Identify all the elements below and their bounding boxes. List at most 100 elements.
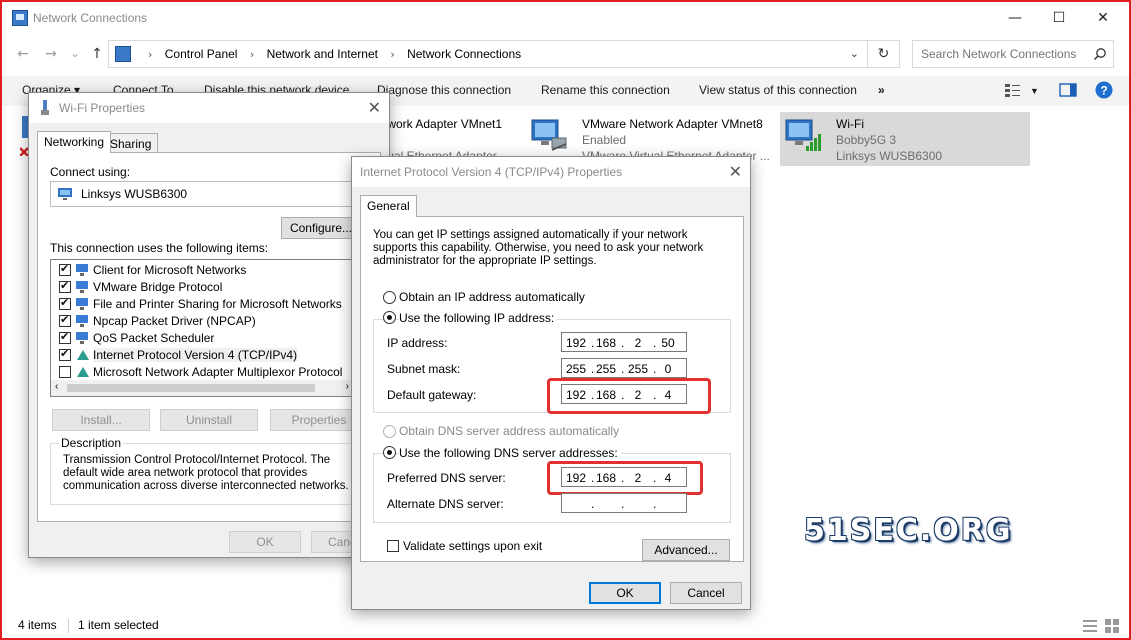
- search-box[interactable]: [912, 40, 1114, 68]
- item-label: QoS Packet Scheduler: [93, 331, 215, 345]
- forward-button[interactable]: →: [40, 44, 62, 64]
- up-button[interactable]: ↑: [86, 44, 108, 64]
- validate-checkbox[interactable]: [387, 540, 399, 552]
- status-bar: 4 items 1 item selected: [2, 614, 1129, 638]
- tab-general[interactable]: General: [360, 195, 417, 217]
- search-input[interactable]: [913, 41, 1083, 67]
- network-adapter-icon: [531, 119, 567, 151]
- use-ip-label[interactable]: Use the following IP address:: [399, 311, 558, 325]
- network-protocol-icon: [76, 315, 88, 327]
- adapter-ethernet-partial[interactable]: [19, 112, 30, 166]
- use-dns-radio[interactable]: [383, 446, 396, 459]
- tab-sharing[interactable]: Sharing: [103, 133, 159, 153]
- change-view-icon[interactable]: [1004, 82, 1022, 98]
- diagnose-button[interactable]: Diagnose this connection: [377, 83, 511, 97]
- breadcrumb: › Control Panel › Network and Internet ›…: [139, 47, 521, 61]
- scroll-thumb[interactable]: [67, 384, 315, 392]
- advanced-button[interactable]: Advanced...: [642, 539, 730, 561]
- rename-button[interactable]: Rename this connection: [541, 83, 670, 97]
- item-checkbox[interactable]: [59, 347, 71, 361]
- configure-button[interactable]: Configure...: [281, 217, 361, 239]
- view-dropdown-icon[interactable]: ▼: [1030, 86, 1039, 96]
- help-icon[interactable]: ?: [1095, 81, 1113, 99]
- close-button[interactable]: ✕: [1080, 2, 1126, 34]
- use-ip-radio[interactable]: [383, 311, 396, 324]
- subnet-mask-label: Subnet mask:: [387, 362, 461, 376]
- adapter-wifi[interactable]: Wi-Fi Bobby5G 3 Linksys WUSB6300: [780, 112, 1030, 166]
- items-label: This connection uses the following items…: [50, 241, 269, 255]
- item-checkbox[interactable]: [59, 279, 71, 293]
- uninstall-button[interactable]: Uninstall: [160, 409, 258, 431]
- dialog-title: Internet Protocol Version 4 (TCP/IPv4) P…: [360, 165, 623, 179]
- subnet-mask-field[interactable]: 255. 255. 255. 0: [561, 358, 687, 378]
- svg-text:?: ?: [1100, 84, 1107, 98]
- large-icons-view-icon[interactable]: [1104, 618, 1120, 634]
- adapter-device: Linksys WUSB6300: [836, 149, 943, 163]
- network-service-icon: [76, 332, 88, 344]
- minimize-button[interactable]: —: [992, 2, 1038, 34]
- control-panel-icon: [115, 46, 131, 62]
- item-label: Internet Protocol Version 4 (TCP/IPv4): [93, 348, 298, 362]
- obtain-ip-radio[interactable]: [383, 291, 396, 304]
- item-label: Client for Microsoft Networks: [93, 263, 247, 277]
- obtain-ip-label[interactable]: Obtain an IP address automatically: [399, 290, 585, 304]
- ok-button[interactable]: OK: [589, 582, 661, 604]
- address-dropdown-icon[interactable]: ⌄: [850, 47, 859, 60]
- item-label: Microsoft Network Adapter Multiplexor Pr…: [93, 365, 343, 379]
- breadcrumb-network-connections[interactable]: Network Connections: [407, 47, 521, 61]
- description-group: Description Transmission Control Protoco…: [50, 436, 370, 505]
- preview-pane-icon[interactable]: [1059, 82, 1077, 98]
- item-label: File and Printer Sharing for Microsoft N…: [93, 297, 342, 311]
- search-icon[interactable]: [1093, 47, 1107, 61]
- back-button[interactable]: ←: [12, 44, 34, 64]
- chevron-right-icon: ›: [148, 48, 153, 61]
- network-client-icon: [76, 264, 88, 276]
- view-status-button[interactable]: View status of this connection: [699, 83, 857, 97]
- dns-highlight-box: [547, 461, 703, 495]
- networking-panel: Connect using: Linksys WUSB6300 Configur…: [37, 152, 381, 522]
- install-button[interactable]: Install...: [52, 409, 150, 431]
- network-protocol-icon: [76, 281, 88, 293]
- adapter-status: Enabled: [582, 133, 627, 147]
- validate-label[interactable]: Validate settings upon exit: [403, 539, 542, 553]
- status-divider: [68, 619, 69, 633]
- item-checkbox[interactable]: [59, 313, 71, 327]
- obtain-dns-label[interactable]: Obtain DNS server address automatically: [399, 424, 619, 438]
- wifi-properties-dialog: Wi-Fi Properties ✕ Networking Sharing Co…: [28, 92, 390, 558]
- breadcrumb-control-panel[interactable]: Control Panel: [165, 47, 238, 61]
- cancel-button[interactable]: Cancel: [670, 582, 742, 604]
- obtain-dns-radio[interactable]: [383, 425, 396, 438]
- address-bar[interactable]: › Control Panel › Network and Internet ›…: [108, 40, 868, 68]
- recent-locations-button[interactable]: ⌄: [64, 44, 86, 64]
- ip-address-field[interactable]: 192. 168. 2. 50: [561, 332, 687, 352]
- network-adapter-icon: [58, 188, 72, 200]
- ok-button[interactable]: OK: [229, 531, 301, 553]
- scroll-left-icon[interactable]: ‹: [55, 381, 58, 392]
- alternate-dns-field[interactable]: . . .: [561, 493, 687, 513]
- refresh-button[interactable]: ↻: [868, 40, 900, 68]
- maximize-button[interactable]: ☐: [1036, 2, 1082, 34]
- watermark-logo: 51SEC.ORG: [804, 513, 1013, 548]
- use-dns-label[interactable]: Use the following DNS server addresses:: [399, 446, 621, 460]
- gateway-highlight-box: [547, 378, 711, 414]
- network-protocol-icon: [77, 350, 89, 360]
- dialog-close-button[interactable]: ✕: [368, 98, 381, 117]
- horizontal-scrollbar[interactable]: ‹ ›: [51, 380, 353, 396]
- ipv4-properties-dialog: Internet Protocol Version 4 (TCP/IPv4) P…: [351, 156, 751, 610]
- scroll-right-icon[interactable]: ›: [346, 381, 349, 392]
- item-checkbox[interactable]: [59, 262, 71, 276]
- more-commands-button[interactable]: »: [878, 83, 885, 97]
- ip-address-label: IP address:: [387, 336, 448, 350]
- breadcrumb-network-internet[interactable]: Network and Internet: [267, 47, 378, 61]
- adapter-field: Linksys WUSB6300: [50, 181, 370, 207]
- wifi-adapter-icon: [785, 119, 821, 151]
- dialog-close-button[interactable]: ✕: [729, 162, 742, 181]
- adapter-status: [384, 132, 502, 148]
- tab-networking[interactable]: Networking: [37, 131, 112, 153]
- wifi-properties-icon: [41, 100, 49, 115]
- item-checkbox[interactable]: [59, 366, 71, 378]
- item-checkbox[interactable]: [59, 296, 71, 310]
- details-view-icon[interactable]: [1082, 618, 1098, 634]
- items-list[interactable]: Client for Microsoft Networks VMware Bri…: [50, 259, 354, 397]
- item-checkbox[interactable]: [59, 330, 71, 344]
